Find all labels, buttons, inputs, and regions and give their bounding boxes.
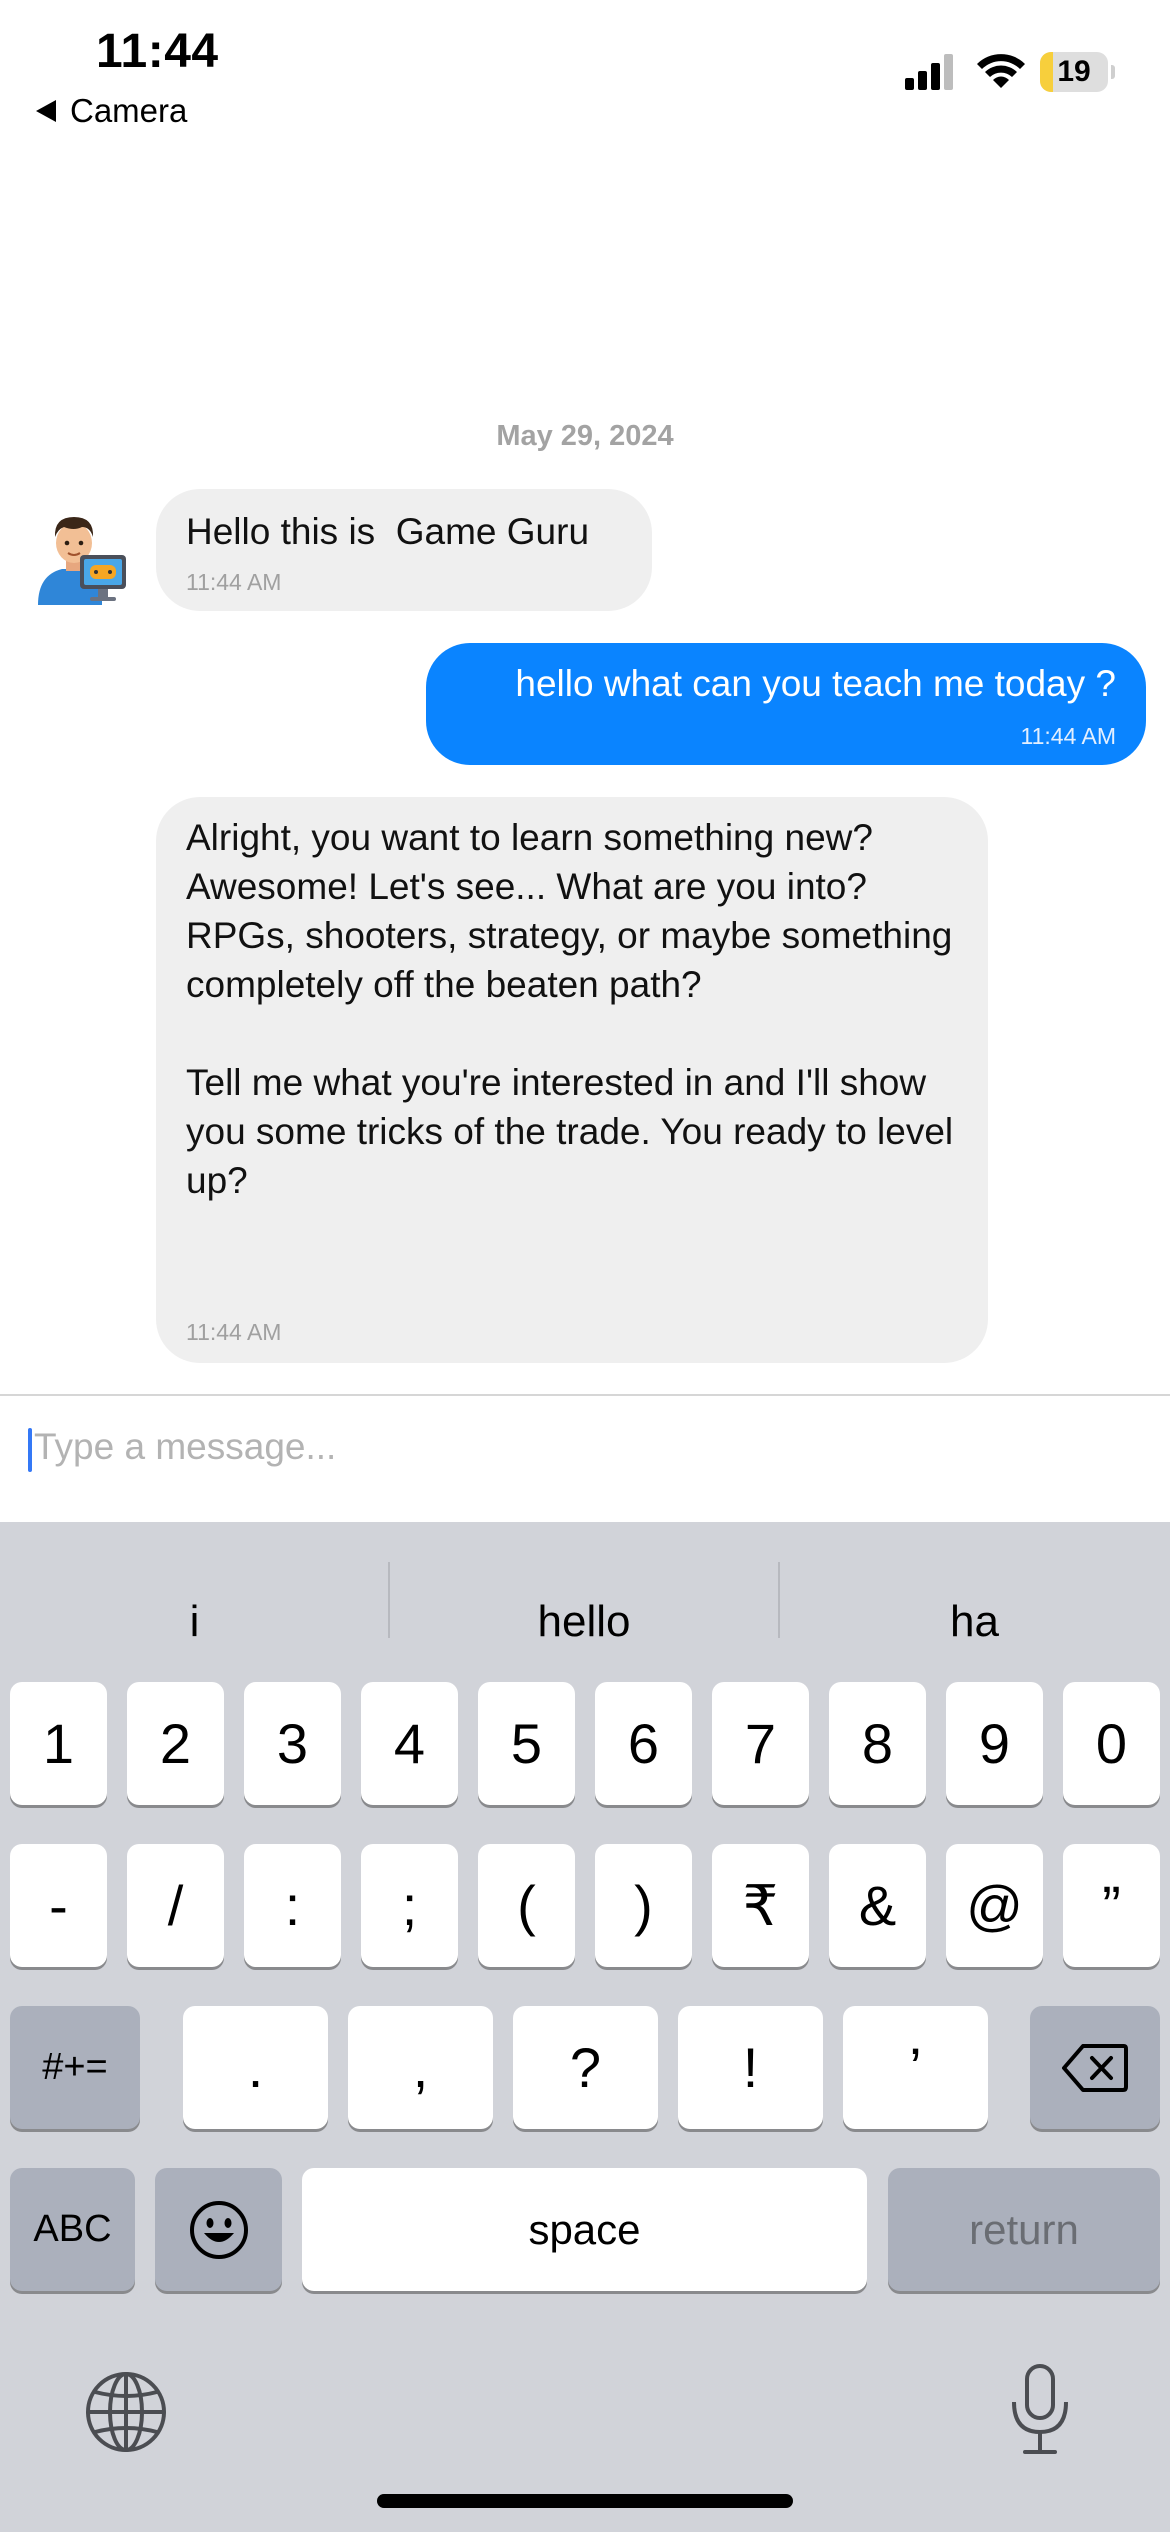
battery-icon: 19 — [1040, 52, 1115, 92]
key-0[interactable]: 0 — [1063, 1682, 1160, 1805]
key-6[interactable]: 6 — [595, 1682, 692, 1805]
status-time: 11:44 — [96, 25, 219, 78]
message-text: Alright, you want to learn something new… — [186, 817, 954, 1201]
key-comma[interactable]: , — [348, 2006, 493, 2129]
backspace-icon — [1062, 2043, 1128, 2092]
emoji-icon — [189, 2200, 248, 2259]
back-arrow-icon — [36, 100, 56, 122]
key-4[interactable]: 4 — [361, 1682, 458, 1805]
text-caret — [28, 1428, 32, 1472]
key-open-paren[interactable]: ( — [478, 1844, 575, 1967]
key-at[interactable]: @ — [946, 1844, 1043, 1967]
keyboard: i hello ha 1 2 3 4 5 6 7 8 9 0 - / : ; (… — [0, 1522, 1170, 2532]
key-2[interactable]: 2 — [127, 1682, 224, 1805]
suggestion-1[interactable]: i — [0, 1562, 389, 1682]
message-bubble-bot: Alright, you want to learn something new… — [156, 797, 988, 1363]
key-colon[interactable]: : — [244, 1844, 341, 1967]
home-indicator[interactable] — [377, 2494, 793, 2508]
key-slash[interactable]: / — [127, 1844, 224, 1967]
key-dash[interactable]: - — [10, 1844, 107, 1967]
message-bubble-bot: Hello this is Game Guru 11:44 AM — [156, 489, 652, 611]
emoji-key[interactable] — [155, 2168, 282, 2291]
key-exclamation[interactable]: ! — [678, 2006, 823, 2129]
back-link-label: Camera — [70, 92, 188, 129]
abc-key[interactable]: ABC — [10, 2168, 135, 2291]
message-bubble-user: hello what can you teach me today ? 11:4… — [426, 643, 1146, 765]
message-text: Hello this is Game Guru — [186, 511, 590, 552]
status-bar: 11:44 Camera 19 — [0, 0, 1170, 140]
message-text: hello what can you teach me today ? — [515, 663, 1116, 704]
symbols-toggle-key[interactable]: #+= — [10, 2006, 140, 2129]
key-period[interactable]: . — [183, 2006, 328, 2129]
key-close-paren[interactable]: ) — [595, 1844, 692, 1967]
key-rupee[interactable]: ₹ — [712, 1844, 809, 1967]
key-9[interactable]: 9 — [946, 1682, 1043, 1805]
key-ampersand[interactable]: & — [829, 1844, 926, 1967]
key-semicolon[interactable]: ; — [361, 1844, 458, 1967]
game-guru-avatar — [38, 517, 126, 605]
globe-icon[interactable] — [82, 2368, 170, 2456]
suggestion-2[interactable]: hello — [389, 1562, 779, 1682]
back-to-camera-link[interactable]: Camera — [36, 92, 187, 130]
key-1[interactable]: 1 — [10, 1682, 107, 1805]
key-question[interactable]: ? — [513, 2006, 658, 2129]
key-5[interactable]: 5 — [478, 1682, 575, 1805]
key-8[interactable]: 8 — [829, 1682, 926, 1805]
microphone-icon[interactable] — [1005, 2362, 1075, 2458]
wifi-icon — [977, 54, 1025, 88]
message-timestamp: 11:44 AM — [1020, 723, 1116, 749]
key-7[interactable]: 7 — [712, 1682, 809, 1805]
date-separator: May 29, 2024 — [496, 420, 674, 452]
space-key[interactable]: space — [302, 2168, 867, 2291]
battery-level: 19 — [1057, 55, 1091, 88]
key-apostrophe[interactable]: ’ — [843, 2006, 988, 2129]
delete-key[interactable] — [1030, 2006, 1160, 2129]
message-input[interactable] — [34, 1416, 1134, 1478]
key-3[interactable]: 3 — [244, 1682, 341, 1805]
return-key[interactable]: return — [888, 2168, 1160, 2291]
signal-icon — [905, 54, 953, 90]
key-quote[interactable]: ” — [1063, 1844, 1160, 1967]
message-timestamp: 11:44 AM — [186, 569, 282, 595]
suggestion-3[interactable]: ha — [779, 1562, 1170, 1682]
message-timestamp: 11:44 AM — [186, 1319, 282, 1345]
